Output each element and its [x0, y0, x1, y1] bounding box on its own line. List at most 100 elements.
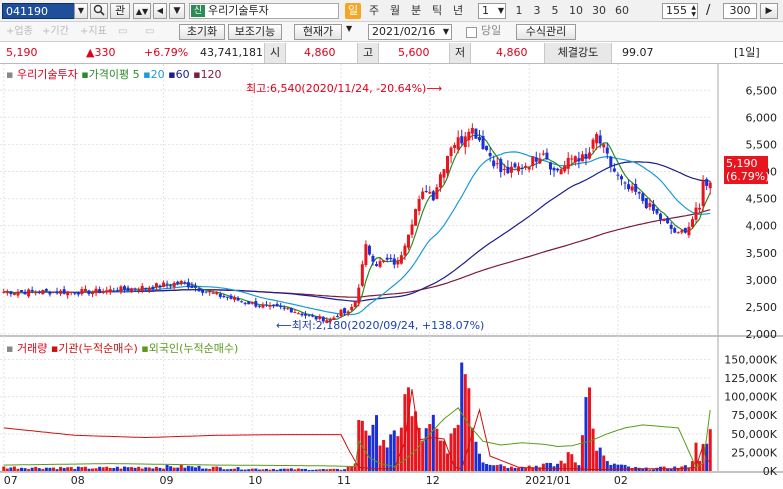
disabled-option-2[interactable]: ▭: [145, 24, 165, 40]
stock-name-field[interactable]: 신 우리기술투자: [189, 3, 339, 19]
volume-bar: [119, 468, 123, 471]
current-price-button[interactable]: 현재가: [294, 24, 342, 40]
range-input[interactable]: 155 ▲ ▼: [662, 3, 698, 19]
volume-bar: [296, 468, 300, 471]
volume-bar: [371, 424, 375, 471]
candle-body: [499, 159, 503, 173]
candle-body: [83, 288, 87, 292]
add-indicator-button[interactable]: +지표: [80, 24, 107, 40]
volume-bar: [98, 466, 102, 471]
current-price-dropdown[interactable]: ▼: [346, 24, 352, 33]
candle-body: [147, 287, 151, 291]
volume-bar: [179, 464, 183, 471]
period-year[interactable]: 년: [450, 3, 466, 19]
volume-bar: [201, 468, 205, 471]
add-sector-button[interactable]: +업종: [6, 24, 33, 40]
candle-body: [162, 282, 166, 287]
stock-name: 우리기술투자: [208, 4, 269, 17]
stock-chart[interactable]: 6,5006,0005,5005,0004,5004,0003,5003,000…: [0, 64, 783, 489]
period-week[interactable]: 주: [366, 3, 382, 19]
period-day[interactable]: 일: [345, 3, 361, 19]
add-period-button[interactable]: +기간: [42, 24, 69, 40]
volume-bar: [367, 435, 371, 471]
volume-bar: [435, 428, 439, 471]
candle-body: [73, 292, 77, 294]
today-checkbox[interactable]: [466, 27, 477, 38]
formula-manage-button[interactable]: 수식관리: [516, 24, 576, 40]
candle-body: [556, 168, 560, 171]
up-down-arrows[interactable]: ▲▼: [133, 3, 151, 19]
date-picker[interactable]: 2021/02/16 ▼: [368, 24, 452, 40]
min-option-60[interactable]: 60: [612, 3, 632, 19]
volume-bar: [83, 466, 87, 471]
time-tick-label: 10: [248, 474, 262, 487]
candle-body: [304, 314, 308, 316]
volume-bar: [378, 445, 382, 471]
legend-foreign-text: 외국인(누적순매수): [148, 342, 239, 355]
candle-body: [282, 307, 286, 309]
candle-body: [524, 165, 528, 168]
candle-body: [605, 147, 609, 154]
volume-bar: [126, 467, 130, 471]
candle-body: [648, 203, 652, 207]
period-tick[interactable]: 틱: [429, 3, 445, 19]
volume-bar: [23, 468, 27, 471]
min-option-1[interactable]: 1: [512, 3, 526, 19]
legend-volume: 거래량: [16, 342, 48, 355]
aux-function-button[interactable]: 보조기능: [228, 24, 282, 40]
min-option-3[interactable]: 3: [530, 3, 544, 19]
candle-body: [69, 291, 73, 293]
range-total-input[interactable]: 300: [723, 3, 757, 19]
range-expand-button[interactable]: ▶: [760, 3, 778, 19]
prev-stock-button[interactable]: ◀: [153, 3, 167, 19]
legend-stock-name: 우리기술투자: [16, 68, 78, 81]
stock-code-input[interactable]: 041190: [2, 3, 84, 19]
disabled-option[interactable]: ▭: [118, 24, 138, 40]
candle-body: [20, 290, 24, 292]
stock-list-button[interactable]: ▼: [169, 3, 185, 19]
today-label: 당일: [481, 24, 502, 37]
chevron-down-icon: ▼: [497, 6, 504, 15]
main-toolbar: 041190 ▼ 관 ▲▼ ◀ ▼ 신 우리기술투자 일 주 월 분 틱 년 1…: [0, 0, 783, 22]
period-minute[interactable]: 분: [408, 3, 424, 19]
count-select[interactable]: 1 ▼: [478, 3, 506, 19]
volume-bar: [225, 469, 229, 471]
volume-bar: [580, 435, 584, 471]
volume-bar: [318, 469, 322, 471]
quote-bar: 5,190 ▲330 +6.79% 43,741,181 시 4,860 고 5…: [0, 42, 783, 64]
candle-body: [612, 168, 616, 172]
period-month[interactable]: 월: [387, 3, 403, 19]
volume-bar: [623, 464, 627, 471]
price-tick-label: 2,000: [746, 328, 778, 341]
volume-bar: [438, 440, 442, 471]
min-option-10[interactable]: 10: [566, 3, 586, 19]
secondary-toolbar: +업종 +기간 +지표 ▭ ▭ 초기화 보조기능 현재가 ▼ 2021/02/1…: [0, 22, 783, 42]
candle-body: [520, 167, 524, 169]
candle-body: [204, 291, 208, 293]
change-percent: +6.79%: [144, 46, 189, 59]
reset-button[interactable]: 초기화: [179, 24, 225, 40]
min-option-30[interactable]: 30: [589, 3, 609, 19]
candle-body: [34, 292, 38, 294]
min-option-5[interactable]: 5: [548, 3, 562, 19]
candle-body: [371, 255, 375, 262]
candle-body: [154, 283, 158, 288]
candle-body: [300, 313, 304, 316]
low-label: 저: [449, 43, 471, 63]
candle-body: [133, 288, 137, 290]
volume-bar: [406, 387, 410, 471]
code-dropdown-button[interactable]: ▼: [74, 3, 88, 19]
search-button[interactable]: [90, 3, 108, 19]
candle-body: [577, 158, 581, 162]
arrow-right-icon: ⟶: [426, 82, 443, 95]
volume-bar: [382, 439, 386, 471]
range-separator: /: [706, 3, 711, 18]
volume-bar: [456, 424, 460, 471]
candle-body: [389, 257, 393, 260]
interest-button[interactable]: 관: [110, 3, 130, 19]
volume-bar: [250, 468, 254, 471]
calendar-dropdown-icon: ▼: [442, 27, 449, 36]
high-annotation: 최고:6,540(2020/11/24, -20.64%)⟶: [246, 80, 442, 96]
candle-body: [215, 292, 219, 295]
volume-bar: [502, 466, 506, 471]
